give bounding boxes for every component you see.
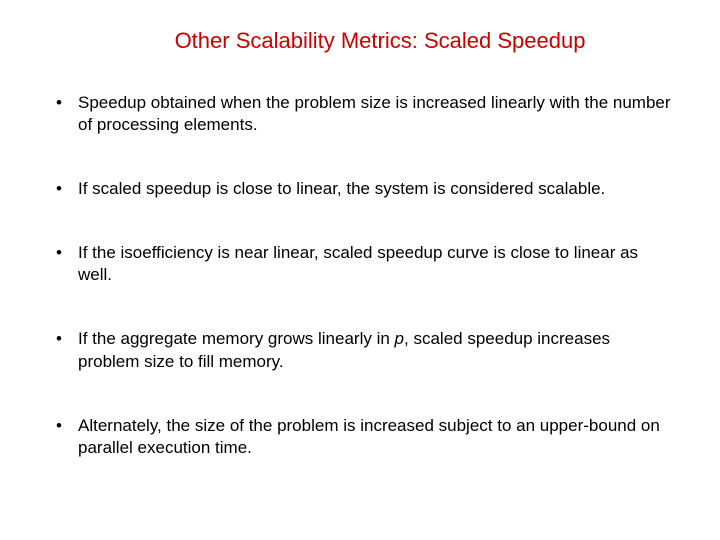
- list-item: Alternately, the size of the problem is …: [48, 415, 672, 459]
- bullet-text-pre: If the aggregate memory grows linearly i…: [78, 329, 395, 348]
- list-item: If scaled speedup is close to linear, th…: [48, 178, 672, 200]
- bullet-text: Alternately, the size of the problem is …: [78, 416, 660, 457]
- list-item: If the isoefficiency is near linear, sca…: [48, 242, 672, 286]
- bullet-text: Speedup obtained when the problem size i…: [78, 93, 671, 134]
- bullet-text-em: p: [395, 329, 404, 348]
- bullet-list: Speedup obtained when the problem size i…: [48, 92, 672, 459]
- bullet-text: If scaled speedup is close to linear, th…: [78, 179, 605, 198]
- bullet-text: If the isoefficiency is near linear, sca…: [78, 243, 638, 284]
- list-item: Speedup obtained when the problem size i…: [48, 92, 672, 136]
- slide-title: Other Scalability Metrics: Scaled Speedu…: [48, 28, 672, 54]
- list-item: If the aggregate memory grows linearly i…: [48, 328, 672, 372]
